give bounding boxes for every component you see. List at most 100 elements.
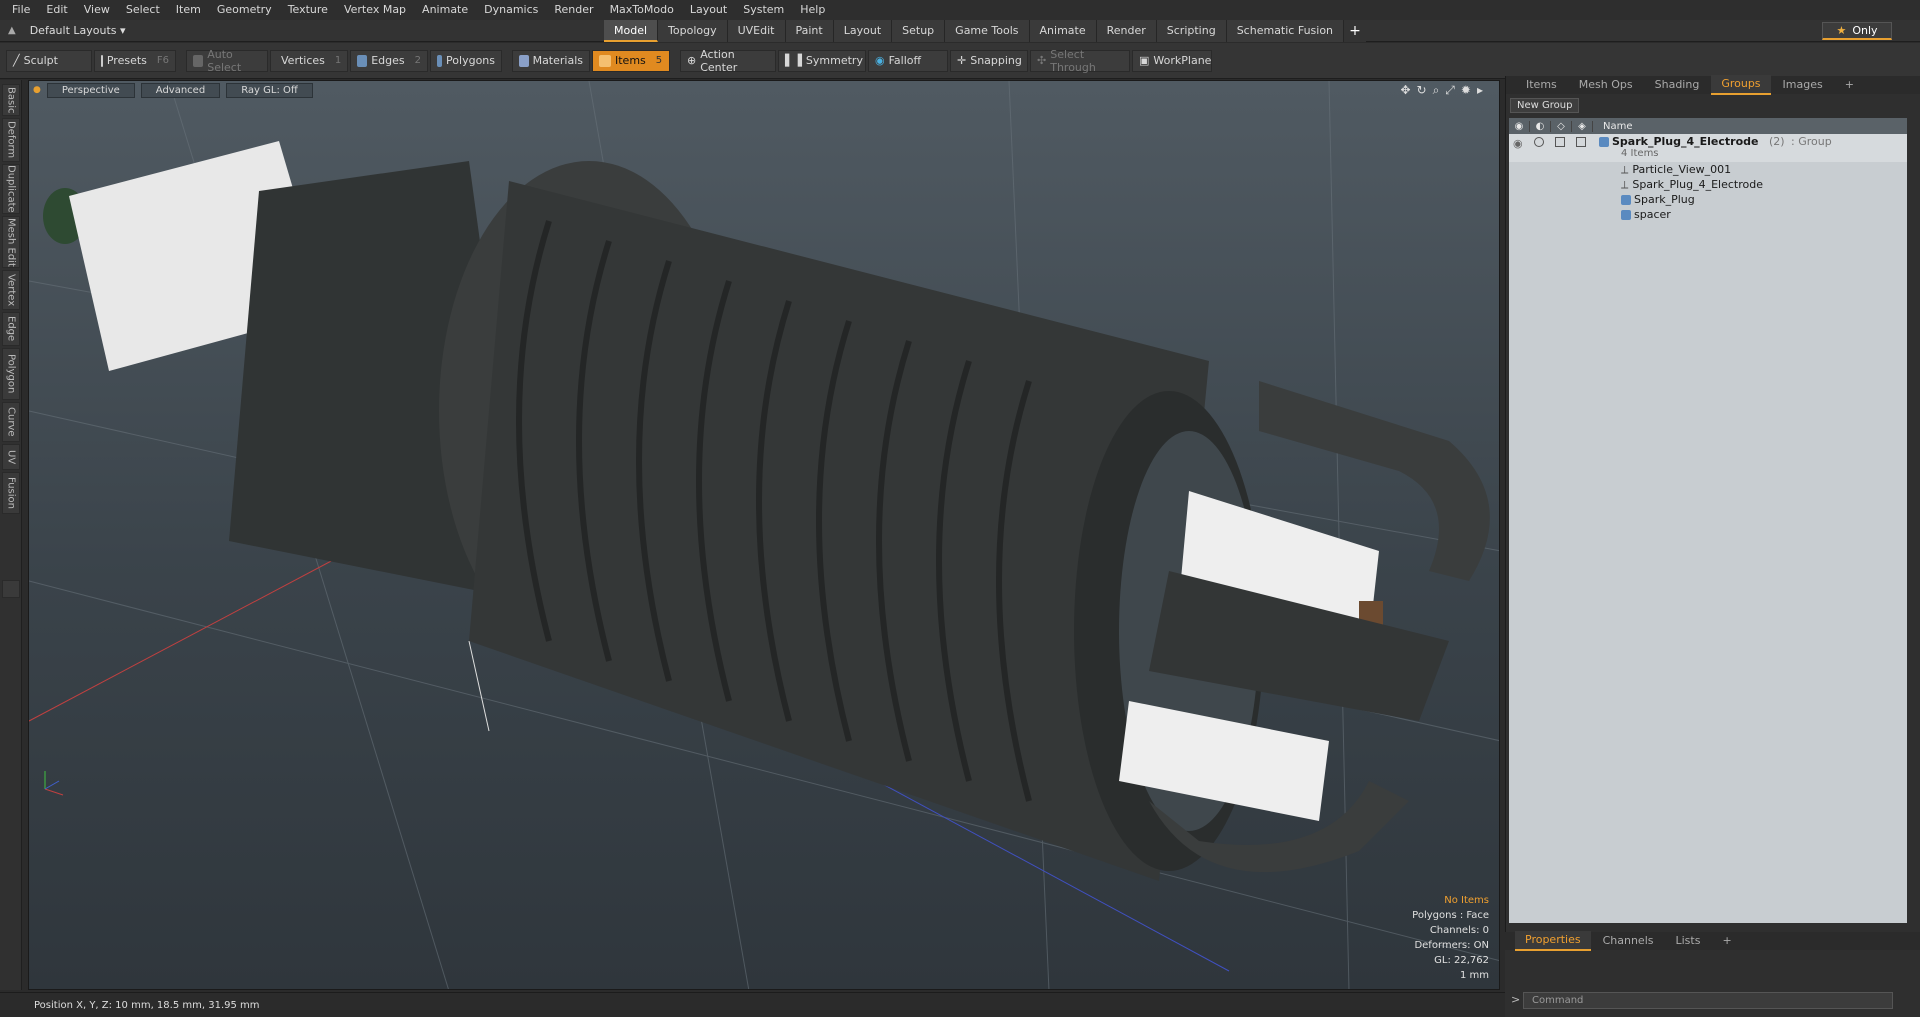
left-tool-tabs: Basic Deform Duplicate Mesh Edit Vertex … [0, 80, 22, 990]
presets-button[interactable]: Presets F6 [94, 49, 176, 72]
tab-render[interactable]: Render [1096, 20, 1157, 42]
group-row[interactable]: ◉ Spark_Plug_4_Electrode (2) : Group 4 I… [1509, 134, 1907, 162]
tab-model[interactable]: Model [604, 20, 659, 42]
select-toggle[interactable] [1576, 137, 1586, 147]
raygl-button[interactable]: Ray GL: Off [226, 82, 313, 98]
expand-icon[interactable] [2, 580, 20, 598]
3d-viewport[interactable]: ● Perspective Advanced Ray GL: Off ✥ ↻ ⌕… [28, 80, 1500, 990]
tab-lists[interactable]: Lists [1666, 932, 1711, 950]
visibility-col-icon[interactable]: ◉ [1509, 120, 1530, 132]
eye-icon[interactable]: ◉ [1513, 137, 1523, 150]
list-item[interactable]: spacer [1509, 207, 1907, 222]
materials-icon [519, 54, 529, 67]
items-icon [599, 54, 611, 67]
tab-animate[interactable]: Animate [1029, 20, 1097, 42]
tab-uvedit[interactable]: UVEdit [727, 20, 786, 42]
tab-groups[interactable]: Groups [1711, 75, 1771, 95]
viewport-menu-icon[interactable]: ● [33, 85, 41, 95]
tab-schematic-fusion[interactable]: Schematic Fusion [1226, 20, 1345, 42]
tab-properties[interactable]: Properties [1515, 931, 1591, 951]
only-toggle[interactable]: ★ Only [1822, 22, 1892, 40]
menu-file[interactable]: File [4, 0, 38, 20]
gear-icon[interactable]: ✹ [1461, 83, 1471, 98]
menu-view[interactable]: View [76, 0, 118, 20]
menu-edit[interactable]: Edit [38, 0, 75, 20]
tab-items[interactable]: Items [1516, 76, 1567, 94]
vtab-fusion[interactable]: Fusion [2, 472, 20, 514]
tab-shading[interactable]: Shading [1645, 76, 1710, 94]
chevron-right-icon[interactable]: ▸ [1477, 83, 1483, 98]
render-col-icon[interactable]: ◐ [1530, 120, 1551, 132]
polygons-button[interactable]: Polygons [430, 49, 502, 72]
auto-select-button[interactable]: Auto Select [186, 47, 268, 74]
tab-layout[interactable]: Layout [833, 20, 893, 42]
list-item[interactable]: ⟂ Spark_Plug_4_Electrode [1509, 177, 1907, 192]
lock-toggle[interactable] [1555, 137, 1565, 147]
layout-selector[interactable]: ▲ Default Layouts ▾ [0, 20, 130, 42]
select-through-button[interactable]: ✣ Select Through [1030, 47, 1130, 74]
menu-texture[interactable]: Texture [280, 0, 336, 20]
list-item[interactable]: Spark_Plug [1509, 192, 1907, 207]
menu-animate[interactable]: Animate [414, 0, 476, 20]
menu-select[interactable]: Select [118, 0, 168, 20]
fit-view-icon[interactable]: ⤢ [1445, 83, 1455, 98]
workplane-button[interactable]: ▣ WorkPlane [1132, 49, 1212, 72]
name-column-header[interactable]: Name [1593, 121, 1633, 132]
vtab-mesh-edit[interactable]: Mesh Edit [2, 216, 20, 268]
symmetry-button[interactable]: ▌▐ Symmetry [778, 49, 866, 72]
info-deformers: Deformers: ON [1414, 940, 1489, 951]
tab-mesh-ops[interactable]: Mesh Ops [1569, 76, 1643, 94]
presets-icon [101, 54, 103, 67]
particle-icon: ⟂ [1621, 162, 1629, 176]
menu-item[interactable]: Item [168, 0, 209, 20]
command-input[interactable]: Command [1523, 992, 1893, 1009]
falloff-button[interactable]: ◉ Falloff [868, 49, 948, 72]
list-item[interactable]: ⟂ Particle_View_001 [1509, 162, 1907, 177]
edges-button[interactable]: Edges 2 [350, 49, 428, 72]
materials-button[interactable]: Materials [512, 49, 590, 72]
vtab-basic[interactable]: Basic [2, 84, 20, 116]
vtab-deform[interactable]: Deform [2, 118, 20, 162]
menu-layout[interactable]: Layout [682, 0, 735, 20]
sculpt-button[interactable]: ╱ Sculpt [6, 49, 92, 72]
add-panel-tab-icon[interactable]: + [1835, 76, 1864, 94]
action-center-button[interactable]: ⊕ Action Center [680, 48, 776, 74]
view-type-button[interactable]: Perspective [46, 82, 135, 98]
vtab-curve[interactable]: Curve [2, 402, 20, 442]
vtab-duplicate[interactable]: Duplicate [2, 164, 20, 214]
shading-mode-button[interactable]: Advanced [140, 82, 221, 98]
tab-paint[interactable]: Paint [785, 20, 834, 42]
move-view-icon[interactable]: ✥ [1400, 83, 1410, 98]
menu-system[interactable]: System [735, 0, 792, 20]
menu-help[interactable]: Help [792, 0, 833, 20]
add-tab-icon[interactable]: + [1344, 20, 1367, 42]
select-col-icon[interactable]: ◈ [1572, 120, 1593, 132]
select-through-icon: ✣ [1037, 54, 1047, 67]
render-toggle[interactable] [1534, 137, 1544, 147]
select-through-label: Select Through [1050, 47, 1096, 74]
vtab-uv[interactable]: UV [2, 444, 20, 470]
add-properties-tab-icon[interactable]: + [1712, 932, 1741, 950]
tab-game-tools[interactable]: Game Tools [945, 20, 1030, 42]
menu-geometry[interactable]: Geometry [209, 0, 280, 20]
vtab-vertex[interactable]: Vertex [2, 270, 20, 310]
tab-channels[interactable]: Channels [1593, 932, 1664, 950]
vertices-button[interactable]: Vertices 1 [270, 49, 348, 72]
tab-images[interactable]: Images [1773, 76, 1833, 94]
snapping-button[interactable]: ✛ Snapping [950, 49, 1028, 72]
tab-scripting[interactable]: Scripting [1156, 20, 1227, 42]
auto-select-label: Auto Select [207, 47, 242, 74]
zoom-view-icon[interactable]: ⌕ [1433, 83, 1440, 98]
rotate-view-icon[interactable]: ↻ [1417, 83, 1427, 98]
menu-vertex-map[interactable]: Vertex Map [336, 0, 414, 20]
tab-topology[interactable]: Topology [658, 20, 728, 42]
lock-col-icon[interactable]: ◇ [1551, 120, 1572, 132]
menu-maxtomodo[interactable]: MaxToModo [602, 0, 682, 20]
menu-render[interactable]: Render [546, 0, 601, 20]
vtab-edge[interactable]: Edge [2, 312, 20, 346]
vtab-polygon[interactable]: Polygon [2, 348, 20, 400]
items-button[interactable]: Items 5 [592, 49, 670, 72]
new-group-button[interactable]: New Group [1510, 98, 1580, 113]
tab-setup[interactable]: Setup [892, 20, 946, 42]
menu-dynamics[interactable]: Dynamics [476, 0, 546, 20]
